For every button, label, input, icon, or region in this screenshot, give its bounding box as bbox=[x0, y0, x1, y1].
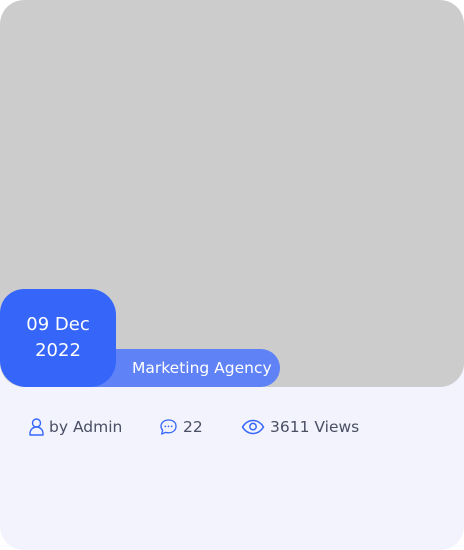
chat-bubble-icon bbox=[159, 418, 178, 436]
date-year: 2022 bbox=[35, 340, 81, 361]
date-day-month: 09 Dec bbox=[26, 314, 90, 335]
views-count: 3611 Views bbox=[270, 418, 360, 436]
blog-post-card[interactable]: Marketing Agency 09 Dec 2022 by Admin 22… bbox=[0, 0, 464, 550]
date-badge: 09 Dec 2022 bbox=[0, 289, 116, 387]
author-meta[interactable]: by Admin bbox=[29, 414, 122, 440]
eye-icon bbox=[241, 419, 265, 435]
category-label: Marketing Agency bbox=[132, 359, 272, 377]
views-meta[interactable]: 3611 Views bbox=[241, 414, 359, 440]
post-meta: by Admin 22 3611 Views bbox=[0, 414, 464, 440]
author-label: by Admin bbox=[49, 418, 123, 436]
comments-count: 22 bbox=[183, 418, 203, 436]
user-icon bbox=[29, 418, 44, 436]
comments-meta[interactable]: 22 bbox=[159, 414, 203, 440]
